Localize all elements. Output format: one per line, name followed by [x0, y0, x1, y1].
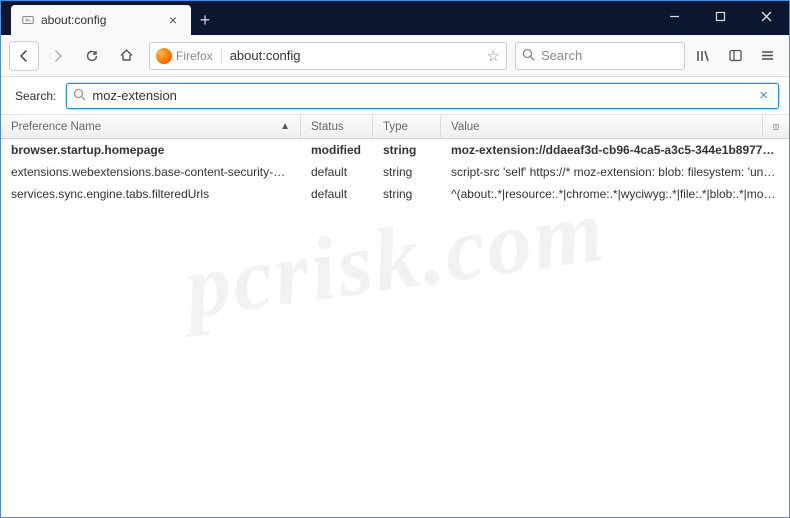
- pref-name: services.sync.engine.tabs.filteredUrls: [1, 187, 301, 201]
- pref-row[interactable]: services.sync.engine.tabs.filteredUrls d…: [1, 183, 789, 205]
- pref-status: modified: [301, 143, 373, 157]
- col-header-value-label: Value: [451, 121, 480, 133]
- identity-label: Firefox: [176, 49, 213, 63]
- pref-row[interactable]: browser.startup.homepage modified string…: [1, 139, 789, 161]
- window-close-button[interactable]: [743, 1, 789, 31]
- firefox-logo-icon: [156, 48, 172, 64]
- menu-button[interactable]: [753, 42, 781, 70]
- pref-status: default: [301, 187, 373, 201]
- titlebar: about:config × +: [1, 1, 789, 35]
- window-maximize-button[interactable]: [697, 1, 743, 31]
- tab-title: about:config: [41, 13, 106, 27]
- pref-value: ^(about:.*|resource:.*|chrome:.*|wyciwyg…: [441, 187, 789, 201]
- back-button[interactable]: [9, 41, 39, 71]
- browser-window: about:config × +: [0, 0, 790, 518]
- search-icon: [73, 88, 86, 104]
- clear-search-button[interactable]: ×: [755, 87, 772, 104]
- pref-name: browser.startup.homepage: [1, 143, 301, 157]
- pref-status: default: [301, 165, 373, 179]
- identity-box[interactable]: Firefox: [156, 48, 222, 64]
- pref-table-body: browser.startup.homepage modified string…: [1, 139, 789, 517]
- col-header-type[interactable]: Type: [373, 115, 441, 138]
- library-button[interactable]: [689, 42, 717, 70]
- pref-type: string: [373, 165, 441, 179]
- sort-asc-icon: ▲: [280, 121, 290, 132]
- col-header-type-label: Type: [383, 121, 408, 133]
- search-icon: [522, 48, 535, 64]
- column-picker-button[interactable]: [763, 115, 789, 138]
- pref-type: string: [373, 187, 441, 201]
- config-search-label: Search:: [15, 89, 56, 103]
- tab-favicon-icon: [21, 13, 35, 27]
- nav-toolbar: Firefox about:config ☆ Search: [1, 35, 789, 77]
- window-controls: [651, 1, 789, 35]
- new-tab-button[interactable]: +: [191, 5, 219, 35]
- config-search-input[interactable]: [92, 88, 755, 103]
- pref-value: script-src 'self' https://* moz-extensio…: [441, 165, 789, 179]
- config-search-row: Search: ×: [1, 77, 789, 115]
- home-button[interactable]: [111, 41, 141, 71]
- sidebar-button[interactable]: [721, 42, 749, 70]
- col-header-name-label: Preference Name: [11, 121, 101, 133]
- pref-table-header: Preference Name ▲ Status Type Value: [1, 115, 789, 139]
- bookmark-star-icon[interactable]: ☆: [487, 47, 500, 65]
- col-header-value[interactable]: Value: [441, 115, 763, 138]
- search-bar[interactable]: Search: [515, 42, 685, 70]
- col-header-status[interactable]: Status: [301, 115, 373, 138]
- pref-name: extensions.webextensions.base-content-se…: [1, 165, 301, 179]
- window-minimize-button[interactable]: [651, 1, 697, 31]
- pref-value: moz-extension://ddaeaf3d-cb96-4ca5-a3c5-…: [441, 143, 789, 157]
- forward-button[interactable]: [43, 41, 73, 71]
- pref-type: string: [373, 143, 441, 157]
- tab-aboutconfig[interactable]: about:config ×: [11, 5, 191, 35]
- tab-close-button[interactable]: ×: [165, 12, 181, 28]
- config-search-field[interactable]: ×: [66, 83, 779, 109]
- url-text: about:config: [230, 48, 301, 63]
- search-placeholder: Search: [541, 48, 582, 63]
- pref-row[interactable]: extensions.webextensions.base-content-se…: [1, 161, 789, 183]
- url-bar[interactable]: Firefox about:config ☆: [149, 42, 507, 70]
- reload-button[interactable]: [77, 41, 107, 71]
- col-header-status-label: Status: [311, 121, 344, 133]
- col-header-name[interactable]: Preference Name ▲: [1, 115, 301, 138]
